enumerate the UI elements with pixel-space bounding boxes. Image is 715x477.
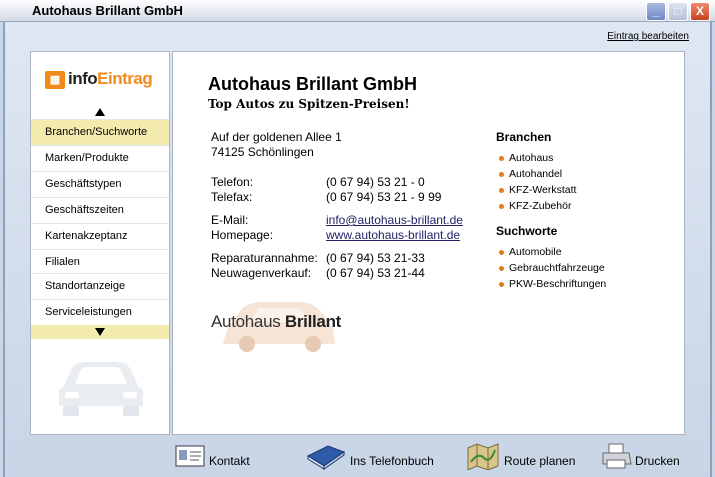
company-brand-logo: Autohaus Brillant	[211, 296, 371, 356]
phonebook-button[interactable]: Ins Telefonbuch	[306, 442, 446, 472]
printer-icon	[602, 443, 632, 469]
contact-label-neuwagen: Neuwagenverkauf:	[211, 266, 312, 280]
contact-label-homepage: Homepage:	[211, 228, 274, 242]
contact-label-telefon: Telefon:	[211, 175, 254, 189]
maximize-button[interactable]: □	[668, 2, 688, 21]
homepage-link[interactable]: www.autohaus-brillant.de	[326, 228, 460, 242]
contact-label-telefax: Telefax:	[211, 190, 253, 204]
title-bar: Autohaus Brillant GmbH _ □ X	[0, 0, 715, 22]
contact-card-icon	[175, 445, 205, 467]
sidebar-item-branchen[interactable]: Branchen/Suchworte	[31, 119, 169, 145]
company-name: Autohaus Brillant GmbH	[208, 74, 418, 94]
scroll-up-button[interactable]	[31, 105, 169, 119]
address-city: 74125 Schönlingen	[211, 145, 314, 159]
arrow-up-icon	[95, 108, 105, 116]
sidebar-item-standortanzeige[interactable]: Standortanzeige	[31, 273, 169, 299]
car-silhouette-icon	[59, 362, 143, 416]
branchen-item: Autohandel	[499, 168, 562, 180]
branchen-item: KFZ-Werkstatt	[499, 184, 576, 196]
minimize-button[interactable]: _	[646, 2, 666, 21]
branchen-item: Autohaus	[499, 152, 553, 164]
phonebook-label: Ins Telefonbuch	[350, 454, 434, 468]
main-panel: Autohaus Brillant GmbH Top Autos zu Spit…	[172, 51, 685, 435]
sidebar-item-kartenakzeptanz[interactable]: Kartenakzeptanz	[31, 223, 169, 249]
sidebar-item-marken[interactable]: Marken/Produkte	[31, 145, 169, 171]
infoeintrag-logo: ▦ infoEintrag	[45, 69, 155, 91]
print-label: Drucken	[635, 454, 680, 468]
brand-text-brillant: Brillant	[284, 312, 342, 331]
sidebar: ▦ infoEintrag Branchen/Suchworte Marken/…	[30, 51, 170, 435]
close-button[interactable]: X	[690, 2, 710, 21]
phonebook-icon	[306, 445, 346, 470]
edit-entry-link[interactable]: Eintrag bearbeiten	[607, 31, 689, 42]
suchworte-heading: Suchworte	[496, 224, 558, 238]
contact-value-neuwagen: (0 67 94) 53 21-44	[326, 266, 425, 280]
arrow-down-icon	[95, 328, 105, 336]
map-icon	[467, 443, 499, 470]
print-button[interactable]: Drucken	[601, 442, 691, 472]
sidebar-item-geschaeftstypen[interactable]: Geschäftstypen	[31, 171, 169, 197]
route-button[interactable]: Route planen	[466, 442, 586, 472]
branchen-item: KFZ-Zubehör	[499, 200, 571, 212]
bottom-toolbar: Kontakt Ins Telefonbuch Route planen Dru…	[0, 438, 715, 477]
brand-text-autohaus: Autohaus	[211, 312, 281, 331]
contact-value-reparatur: (0 67 94) 53 21-33	[326, 251, 425, 265]
contact-value-telefon: (0 67 94) 53 21 - 0	[326, 175, 425, 189]
sidebar-item-geschaeftszeiten[interactable]: Geschäftszeiten	[31, 197, 169, 223]
contact-label: Kontakt	[209, 454, 250, 468]
contact-label-reparatur: Reparaturannahme:	[211, 251, 318, 265]
window-title: Autohaus Brillant GmbH	[32, 3, 183, 18]
contact-button[interactable]: Kontakt	[174, 442, 264, 472]
address-street: Auf der goldenen Allee 1	[211, 130, 342, 144]
route-label: Route planen	[504, 454, 576, 468]
logo-text-eintrag: Eintrag	[97, 69, 153, 88]
logo-mark-icon: ▦	[45, 71, 65, 89]
company-slogan: Top Autos zu Spitzen-Preisen!	[208, 97, 410, 111]
suchworte-item: PKW-Beschriftungen	[499, 278, 606, 290]
contact-value-telefax: (0 67 94) 53 21 - 9 99	[326, 190, 442, 204]
branchen-heading: Branchen	[496, 130, 552, 144]
suchworte-item: Gebrauchtfahrzeuge	[499, 262, 605, 274]
contact-label-email: E-Mail:	[211, 213, 249, 227]
sidebar-item-serviceleistungen[interactable]: Serviceleistungen	[31, 299, 169, 325]
logo-text-info: info	[68, 69, 98, 88]
suchworte-item: Automobile	[499, 246, 562, 258]
sidebar-item-filialen[interactable]: Filialen	[31, 249, 169, 275]
email-link[interactable]: info@autohaus-brillant.de	[326, 213, 463, 227]
scroll-down-button[interactable]	[31, 325, 169, 339]
